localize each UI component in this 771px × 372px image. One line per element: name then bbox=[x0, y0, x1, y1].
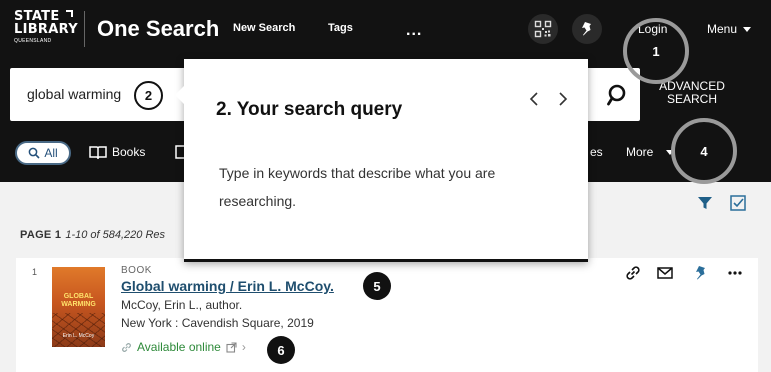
marker-label: 4 bbox=[700, 143, 708, 159]
tour-marker-2[interactable]: 2 bbox=[134, 81, 163, 110]
cover-title-line-2: WARMING bbox=[61, 301, 96, 308]
menu-caret-icon bbox=[743, 27, 752, 33]
qr-code-icon bbox=[534, 20, 552, 38]
popover-arrow bbox=[175, 86, 184, 104]
result-author: McCoy, Erin L., author. bbox=[121, 298, 243, 312]
chevron-right-icon bbox=[559, 92, 568, 106]
book-cover-thumbnail[interactable]: GLOBAL WARMING Erin L. McCoy bbox=[52, 267, 105, 347]
pin-icon bbox=[582, 22, 591, 36]
marker-label: 1 bbox=[652, 43, 660, 59]
result-type: BOOK bbox=[121, 265, 152, 276]
nav-new-search[interactable]: New Search bbox=[233, 22, 295, 34]
filter-partial-label[interactable]: es bbox=[590, 145, 603, 159]
tour-next-button[interactable] bbox=[556, 89, 570, 115]
filter-books-button[interactable]: Books bbox=[89, 145, 145, 159]
menu-button[interactable]: Menu bbox=[707, 22, 752, 36]
external-link-icon bbox=[226, 341, 237, 353]
nav-tags[interactable]: Tags bbox=[328, 22, 353, 34]
result-title-link[interactable]: Global warming / Erin L. McCoy. bbox=[121, 278, 334, 294]
cover-title: GLOBAL WARMING bbox=[56, 293, 101, 309]
availability-label: Available online bbox=[137, 340, 221, 354]
results-range: 1-10 of 584,220 Res bbox=[65, 229, 166, 241]
logo-line-3: QUEENSLAND bbox=[14, 38, 52, 44]
filter-books-label: Books bbox=[112, 145, 146, 159]
tour-marker-1[interactable]: 1 bbox=[623, 18, 689, 84]
logo-line-2: LIBRARY bbox=[14, 22, 78, 37]
marker-label: 5 bbox=[373, 278, 381, 294]
filter-funnel-icon[interactable] bbox=[696, 194, 714, 212]
app-title[interactable]: One Search bbox=[97, 16, 219, 42]
advanced-search-link[interactable]: ADVANCED SEARCH bbox=[652, 80, 732, 106]
result-publication: New York : Cavendish Square, 2019 bbox=[121, 316, 314, 330]
filter-more-label: More bbox=[626, 145, 654, 159]
chevron-left-icon bbox=[529, 92, 538, 106]
tour-popover: 2. Your search query Type in keywords th… bbox=[175, 59, 588, 262]
link-icon bbox=[122, 342, 131, 352]
cover-cracked-earth bbox=[52, 313, 105, 347]
search-icon[interactable] bbox=[607, 83, 631, 107]
result-number: 1 bbox=[32, 267, 38, 277]
cover-title-line-1: GLOBAL bbox=[63, 293, 94, 300]
marker-label: 6 bbox=[277, 342, 285, 358]
result-card[interactable]: 1 GLOBAL WARMING Erin L. McCoy BOOK Glob… bbox=[16, 258, 758, 372]
qr-code-button[interactable] bbox=[528, 14, 558, 44]
filter-more-button[interactable]: More bbox=[626, 145, 675, 159]
tour-step-title: 2. Your search query bbox=[216, 99, 403, 120]
marker-label: 2 bbox=[144, 88, 153, 103]
filter-all-label: All bbox=[44, 146, 58, 160]
tour-step-body: Type in keywords that describe what you … bbox=[219, 165, 496, 209]
menu-label: Menu bbox=[707, 22, 738, 36]
tour-marker-6[interactable]: 6 bbox=[267, 336, 295, 364]
permalink-icon[interactable] bbox=[624, 264, 642, 282]
availability-link[interactable]: Available online › bbox=[121, 340, 246, 354]
logo-corner-mark bbox=[66, 10, 73, 17]
advanced-search-line-2: SEARCH bbox=[666, 92, 717, 106]
tour-marker-4[interactable]: 4 bbox=[671, 118, 737, 184]
search-icon bbox=[28, 147, 40, 159]
page-label: PAGE 1 bbox=[20, 229, 62, 241]
more-actions-icon[interactable] bbox=[726, 264, 744, 282]
email-icon[interactable] bbox=[656, 264, 674, 282]
tour-marker-5[interactable]: 5 bbox=[363, 272, 391, 300]
tour-prev-button[interactable] bbox=[527, 89, 541, 115]
pinned-items-button[interactable] bbox=[572, 14, 602, 44]
book-icon bbox=[89, 146, 107, 159]
state-library-logo[interactable]: STATE LIBRARY QUEENSLAND bbox=[14, 10, 78, 50]
results-page-info: PAGE 1 1-10 of 584,220 Res bbox=[20, 229, 165, 241]
header-divider bbox=[84, 11, 85, 47]
search-query-text: global warming bbox=[27, 86, 122, 102]
cover-author: Erin L. McCoy bbox=[62, 333, 95, 339]
select-checkbox-icon[interactable] bbox=[729, 194, 747, 212]
pin-icon[interactable] bbox=[692, 264, 710, 282]
filter-all-button[interactable]: All bbox=[15, 141, 71, 165]
nav-more-dots[interactable]: ... bbox=[406, 22, 422, 40]
chevron-right-icon: › bbox=[241, 340, 246, 354]
